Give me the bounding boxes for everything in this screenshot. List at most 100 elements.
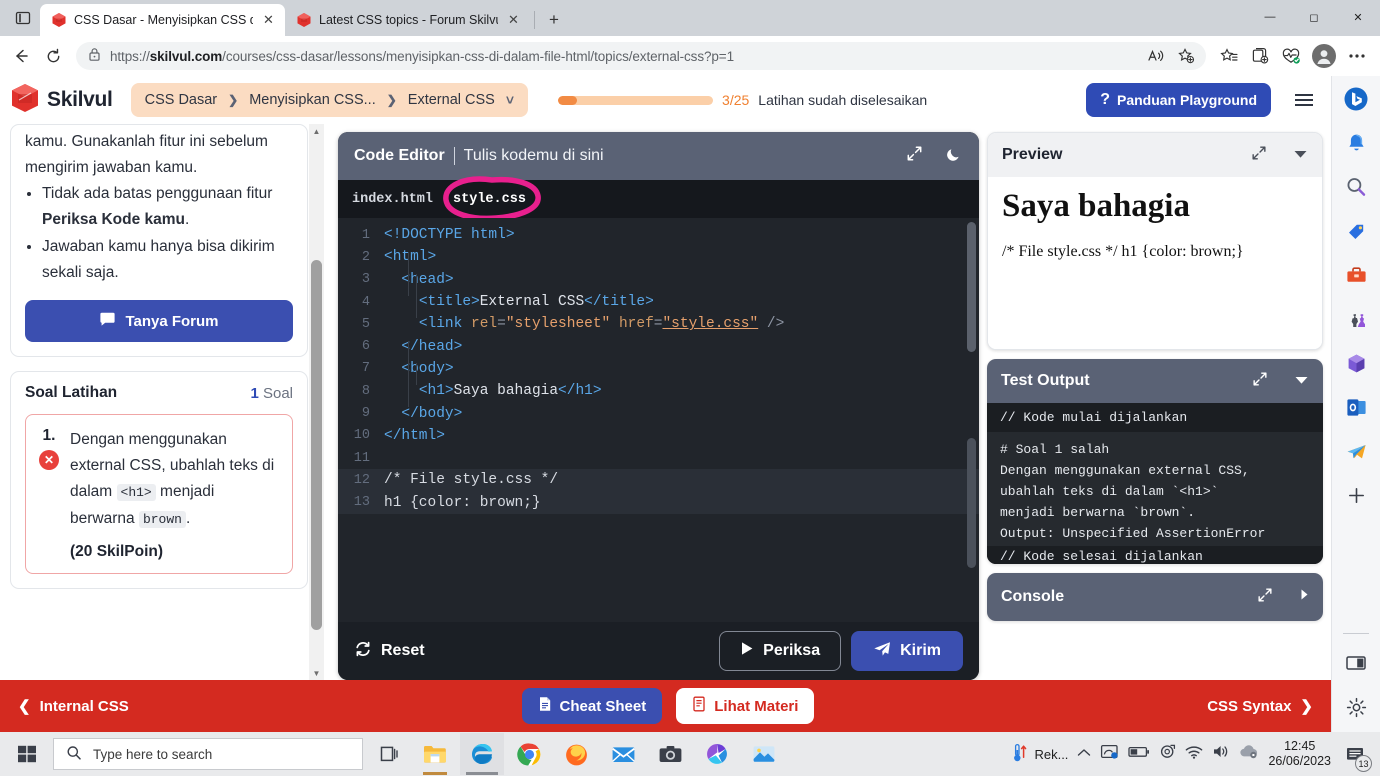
editor-subtitle: Tulis kodemu di sini: [463, 147, 604, 164]
firefox-icon[interactable]: [554, 733, 598, 775]
tab-actions-icon[interactable]: [6, 3, 40, 33]
clock[interactable]: 12:45 26/06/2023: [1268, 739, 1331, 769]
periksa-button[interactable]: Periksa: [719, 631, 842, 671]
weather-label: Rek...: [1034, 746, 1069, 762]
divider: [1343, 633, 1369, 634]
add-plus-icon[interactable]: [1341, 480, 1371, 510]
bing-copilot-icon[interactable]: [1341, 84, 1371, 114]
wifi-icon[interactable]: [1185, 745, 1203, 764]
webcam-icon[interactable]: [1159, 743, 1176, 765]
favorites-icon[interactable]: [1214, 41, 1244, 71]
lihat-materi-button[interactable]: Lihat Materi: [676, 688, 815, 724]
volume-icon[interactable]: [1212, 744, 1230, 764]
moon-icon[interactable]: [945, 145, 963, 168]
browser-window: CSS Dasar - Menyisipkan CSS di ✕ Latest …: [0, 0, 1380, 732]
settings-gear-icon[interactable]: [1341, 692, 1371, 722]
panduan-playground-button[interactable]: ? Panduan Playground: [1086, 83, 1271, 117]
scroll-down-icon[interactable]: ▼: [313, 666, 321, 680]
games-icon[interactable]: [1341, 304, 1371, 334]
test-output-panel: Test Output // Kode mulai dijalankan # S…: [987, 359, 1323, 564]
notification-bell-icon[interactable]: [1341, 128, 1371, 158]
onedrive-icon[interactable]: [1100, 743, 1119, 765]
browser-tab-2[interactable]: Latest CSS topics - Forum Skilvul ✕: [285, 4, 530, 36]
cheat-sheet-button[interactable]: Cheat Sheet: [521, 688, 663, 724]
mail-icon[interactable]: [601, 733, 645, 775]
code-scrollbar[interactable]: [967, 222, 976, 352]
minimize-button[interactable]: —: [1248, 0, 1292, 34]
search-placeholder: Type here to search: [93, 746, 213, 762]
chevron-down-icon[interactable]: [1293, 146, 1308, 164]
back-arrow-icon[interactable]: [6, 41, 36, 71]
maximize-button[interactable]: ◻: [1292, 0, 1336, 34]
app-header: Skilvul CSS Dasar ❯ Menyisipkan CSS... ❯…: [0, 76, 1331, 124]
profile-avatar-icon[interactable]: [1312, 44, 1336, 68]
outlook-icon[interactable]: [1341, 392, 1371, 422]
telegram-icon[interactable]: [1341, 436, 1371, 466]
photos-icon[interactable]: [742, 733, 786, 775]
line-number: 13: [353, 495, 370, 511]
task-view-icon[interactable]: [366, 733, 410, 775]
expand-arrows-icon[interactable]: [906, 145, 923, 167]
reload-icon[interactable]: [38, 41, 68, 71]
kirim-button[interactable]: Kirim: [851, 631, 963, 671]
battery-icon[interactable]: [1128, 745, 1150, 763]
panduan-playground-label: Panduan Playground: [1116, 92, 1257, 108]
expand-arrows-icon[interactable]: [1257, 587, 1273, 608]
code-area[interactable]: 1 <!DOCTYPE html> 2 <html> 3 <head> 4 <title>…: [338, 218, 979, 622]
left-sidebar: kamu. Gunakanlah fitur ini sebelum mengi…: [0, 124, 330, 680]
sidebar-scrollbar[interactable]: ▲ ▼: [309, 124, 324, 680]
address-bar[interactable]: https://skilvul.com/courses/css-dasar/le…: [76, 42, 1206, 70]
show-hidden-icons-icon[interactable]: [1077, 745, 1091, 763]
close-icon[interactable]: ✕: [260, 12, 277, 29]
browser-essentials-icon[interactable]: [1276, 41, 1306, 71]
edge-icon[interactable]: [460, 733, 504, 775]
camera-icon[interactable]: [648, 733, 692, 775]
browser-tab-1[interactable]: CSS Dasar - Menyisipkan CSS di ✕: [40, 4, 285, 36]
office-icon[interactable]: [1341, 348, 1371, 378]
chevron-down-icon[interactable]: ˅: [506, 92, 514, 108]
scroll-up-icon[interactable]: ▲: [313, 124, 321, 138]
hamburger-menu-icon[interactable]: [1289, 94, 1319, 106]
chrome-icon[interactable]: [507, 733, 551, 775]
editor-tab-style-css[interactable]: style.css: [453, 192, 526, 207]
add-favorite-icon[interactable]: [1172, 43, 1200, 69]
previous-topic-link[interactable]: ❮ Internal CSS: [18, 697, 129, 716]
brand-logo[interactable]: Skilvul: [10, 82, 113, 119]
close-icon[interactable]: ✕: [505, 12, 522, 29]
reset-button[interactable]: Reset: [354, 640, 425, 663]
expand-arrows-icon[interactable]: [1251, 145, 1267, 166]
search-input[interactable]: Type here to search: [53, 738, 363, 770]
line-number: 3: [361, 272, 370, 288]
weather-widget[interactable]: Rek...: [1011, 743, 1068, 766]
chevron-right-icon[interactable]: [1299, 588, 1309, 606]
console-header[interactable]: Console: [987, 573, 1323, 621]
code-scrollbar[interactable]: [967, 438, 976, 568]
close-window-button[interactable]: ✕: [1336, 0, 1380, 34]
breadcrumb-item-topic[interactable]: External CSS: [408, 92, 495, 108]
tools-toolbox-icon[interactable]: [1341, 260, 1371, 290]
tanya-forum-button[interactable]: Tanya Forum: [25, 300, 293, 342]
more-options-icon[interactable]: [1342, 41, 1372, 71]
expand-arrows-icon[interactable]: [1252, 371, 1268, 392]
code-line: 1 <!DOCTYPE html>: [338, 224, 979, 246]
collections-icon[interactable]: [1245, 41, 1275, 71]
breadcrumb-item-lesson[interactable]: Menyisipkan CSS...: [249, 92, 376, 108]
read-aloud-icon[interactable]: [1142, 43, 1170, 69]
windows-start-icon[interactable]: [4, 734, 50, 774]
cloud-icon[interactable]: [1239, 744, 1259, 764]
split-screen-icon[interactable]: [1341, 648, 1371, 678]
right-panels: Preview Saya bahagia /* File style.css *…: [987, 124, 1331, 680]
line-number: 11: [353, 450, 370, 466]
breadcrumb-item-course[interactable]: CSS Dasar: [145, 92, 218, 108]
file-explorer-icon[interactable]: [413, 733, 457, 775]
skilvul-app: Skilvul CSS Dasar ❯ Menyisipkan CSS... ❯…: [0, 76, 1331, 732]
search-icon[interactable]: [1341, 172, 1371, 202]
next-topic-link[interactable]: CSS Syntax ❯: [1207, 697, 1313, 716]
scrollbar-thumb[interactable]: [311, 260, 322, 630]
new-tab-button[interactable]: +: [541, 7, 567, 33]
chevron-down-icon[interactable]: [1294, 372, 1309, 390]
notification-icon[interactable]: 13: [1340, 739, 1372, 772]
settings-icon[interactable]: [695, 733, 739, 775]
shopping-tag-icon[interactable]: [1341, 216, 1371, 246]
editor-tab-index-html[interactable]: index.html: [352, 192, 433, 207]
